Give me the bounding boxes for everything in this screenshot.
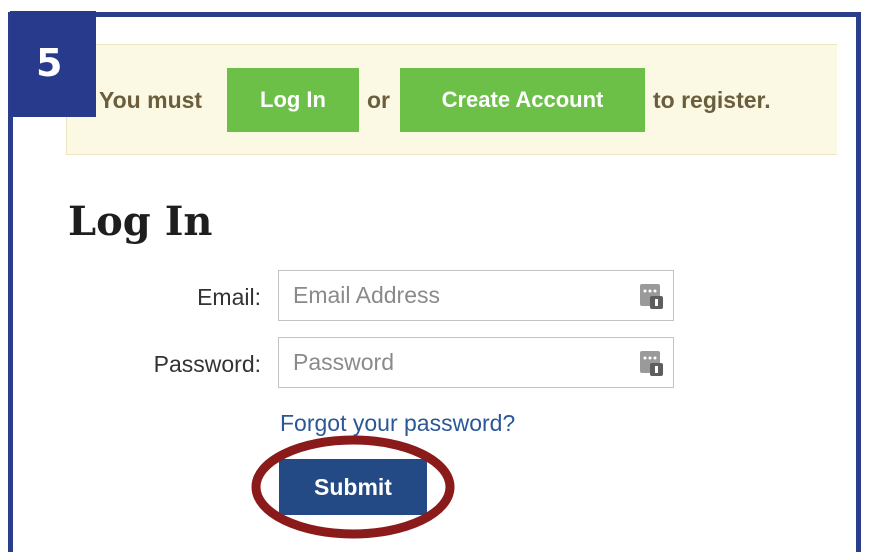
- create-account-button[interactable]: Create Account: [400, 68, 645, 132]
- notice-or-text: or: [367, 87, 390, 113]
- password-field[interactable]: [278, 337, 674, 388]
- password-manager-key-icon[interactable]: [637, 348, 665, 378]
- forgot-password-link[interactable]: Forgot your password?: [280, 410, 515, 437]
- email-input[interactable]: [279, 271, 633, 320]
- login-button[interactable]: Log In: [227, 68, 359, 132]
- notice-prefix-text: You must: [99, 87, 203, 113]
- email-field[interactable]: [278, 270, 674, 321]
- password-manager-key-icon[interactable]: [637, 281, 665, 311]
- step-number-badge: 5: [10, 11, 96, 117]
- email-label: Email:: [197, 284, 261, 310]
- password-input[interactable]: [279, 338, 633, 387]
- submit-button[interactable]: Submit: [279, 459, 427, 515]
- password-label: Password:: [153, 351, 261, 377]
- page-title: Log In: [68, 198, 213, 245]
- notice-suffix-text: to register.: [653, 87, 771, 113]
